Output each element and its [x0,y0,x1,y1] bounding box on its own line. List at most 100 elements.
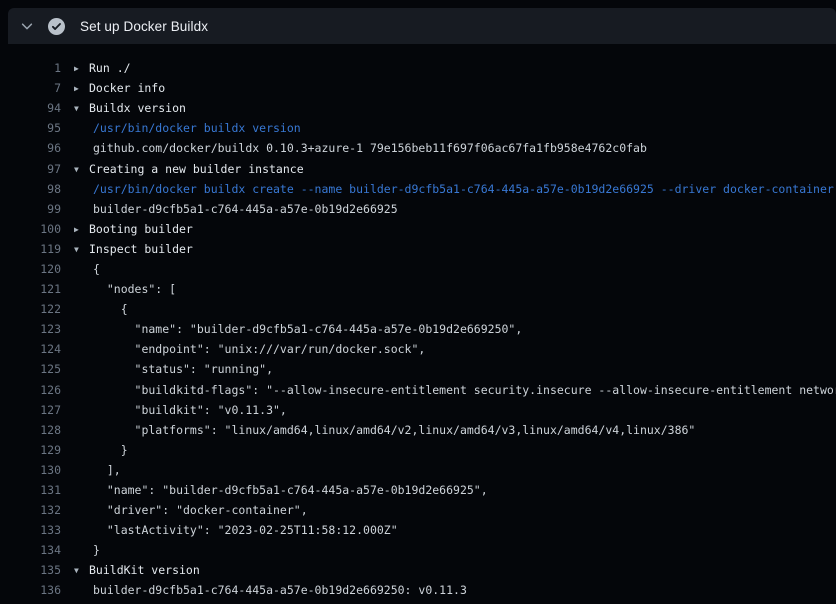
log-output-text: github.com/docker/buildx 0.10.3+azure-1 … [61,141,647,155]
log-output-text: } [61,543,100,557]
log-group-title: Buildx version [89,101,186,115]
log-line: 97▼Creating a new builder instance [8,158,836,178]
line-number[interactable]: 121 [8,282,61,296]
line-number[interactable]: 98 [8,182,61,196]
log-line: 127 "buildkit": "v0.11.3", [8,400,836,420]
log-line: 126 "buildkitd-flags": "--allow-insecure… [8,380,836,400]
log-body: 1▶Run ./7▶Docker info94▼Buildx version95… [8,44,836,601]
log-output-text: "driver": "docker-container", [61,503,308,517]
log-line: 131 "name": "builder-d9cfb5a1-c764-445a-… [8,480,836,500]
line-number[interactable]: 133 [8,523,61,537]
log-line: 98/usr/bin/docker buildx create --name b… [8,179,836,199]
log-output-text: builder-d9cfb5a1-c764-445a-a57e-0b19d2e6… [61,583,467,597]
log-group-title: Booting builder [89,222,193,236]
triangle-down-icon[interactable]: ▼ [74,245,89,254]
log-line: 124 "endpoint": "unix:///var/run/docker.… [8,339,836,359]
line-number[interactable]: 123 [8,322,61,336]
log-output-text: ], [61,463,121,477]
log-line: 1▶Run ./ [8,58,836,78]
log-line: 132 "driver": "docker-container", [8,500,836,520]
log-output-text: { [61,302,128,316]
triangle-down-icon[interactable]: ▼ [74,566,89,575]
line-number[interactable]: 135 [8,563,61,577]
log-output-text: "lastActivity": "2023-02-25T11:58:12.000… [61,523,398,537]
log-output-text: "nodes": [ [61,282,176,296]
log-group-title: Inspect builder [89,242,193,256]
log-line: 129 } [8,440,836,460]
log-line: 136builder-d9cfb5a1-c764-445a-a57e-0b19d… [8,580,836,600]
log-output-text: } [61,443,128,457]
log-group-title: Docker info [89,81,165,95]
log-line: 130 ], [8,460,836,480]
line-number[interactable]: 136 [8,583,61,597]
log-output-text: "name": "builder-d9cfb5a1-c764-445a-a57e… [61,483,488,497]
log-line: 94▼Buildx version [8,98,836,118]
line-number[interactable]: 127 [8,403,61,417]
log-group-title: Run ./ [89,61,131,75]
log-line: 100▶Booting builder [8,219,836,239]
log-output-text: "buildkit": "v0.11.3", [61,403,287,417]
log-group-toggle[interactable]: ▼Buildx version [61,101,186,115]
check-circle-icon [48,18,65,35]
log-line: 96github.com/docker/buildx 0.10.3+azure-… [8,138,836,158]
line-number[interactable]: 126 [8,383,61,397]
line-number[interactable]: 96 [8,141,61,155]
chevron-down-icon[interactable] [20,19,34,33]
line-number[interactable]: 122 [8,302,61,316]
log-output-text: builder-d9cfb5a1-c764-445a-a57e-0b19d2e6… [61,202,398,216]
line-number[interactable]: 120 [8,262,61,276]
line-number[interactable]: 7 [8,81,61,95]
line-number[interactable]: 95 [8,121,61,135]
log-output-text: "platforms": "linux/amd64,linux/amd64/v2… [61,423,695,437]
log-output-text: "status": "running", [61,362,273,376]
log-group-toggle[interactable]: ▶Run ./ [61,61,131,75]
log-line: 122 { [8,299,836,319]
triangle-right-icon[interactable]: ▶ [74,84,89,93]
line-number[interactable]: 131 [8,483,61,497]
log-line: 123 "name": "builder-d9cfb5a1-c764-445a-… [8,319,836,339]
log-group-toggle[interactable]: ▶Docker info [61,81,165,95]
step-header[interactable]: Set up Docker Buildx [8,8,836,44]
line-number[interactable]: 97 [8,162,61,176]
log-line: 128 "platforms": "linux/amd64,linux/amd6… [8,420,836,440]
log-group-toggle[interactable]: ▼Inspect builder [61,242,193,256]
step-log-panel: Set up Docker Buildx 1▶Run ./7▶Docker in… [8,8,836,604]
log-line: 125 "status": "running", [8,359,836,379]
log-group-title: Creating a new builder instance [89,162,304,176]
log-group-toggle[interactable]: ▼BuildKit version [61,563,200,577]
line-number[interactable]: 129 [8,443,61,457]
log-command-text: /usr/bin/docker buildx create --name bui… [61,182,834,196]
triangle-right-icon[interactable]: ▶ [74,64,89,73]
log-line: 99builder-d9cfb5a1-c764-445a-a57e-0b19d2… [8,199,836,219]
log-group-title: BuildKit version [89,563,200,577]
log-line: 135▼BuildKit version [8,560,836,580]
triangle-down-icon[interactable]: ▼ [74,104,89,113]
log-group-toggle[interactable]: ▼Creating a new builder instance [61,162,304,176]
line-number[interactable]: 94 [8,101,61,115]
log-output-text: "buildkitd-flags": "--allow-insecure-ent… [61,383,836,397]
log-line: 121 "nodes": [ [8,279,836,299]
triangle-right-icon[interactable]: ▶ [74,225,89,234]
triangle-down-icon[interactable]: ▼ [74,165,89,174]
log-command-text: /usr/bin/docker buildx version [61,121,301,135]
log-line: 133 "lastActivity": "2023-02-25T11:58:12… [8,520,836,540]
log-line: 7▶Docker info [8,78,836,98]
log-output-text: "name": "builder-d9cfb5a1-c764-445a-a57e… [61,322,522,336]
log-output-text: { [61,262,100,276]
log-line: 95/usr/bin/docker buildx version [8,118,836,138]
line-number[interactable]: 128 [8,423,61,437]
line-number[interactable]: 1 [8,61,61,75]
line-number[interactable]: 134 [8,543,61,557]
line-number[interactable]: 124 [8,342,61,356]
line-number[interactable]: 119 [8,242,61,256]
log-line: 134} [8,540,836,560]
line-number[interactable]: 125 [8,362,61,376]
line-number[interactable]: 99 [8,202,61,216]
log-line: 119▼Inspect builder [8,239,836,259]
line-number[interactable]: 132 [8,503,61,517]
line-number[interactable]: 100 [8,222,61,236]
log-output-text: "endpoint": "unix:///var/run/docker.sock… [61,342,425,356]
log-group-toggle[interactable]: ▶Booting builder [61,222,193,236]
line-number[interactable]: 130 [8,463,61,477]
log-line: 120{ [8,259,836,279]
